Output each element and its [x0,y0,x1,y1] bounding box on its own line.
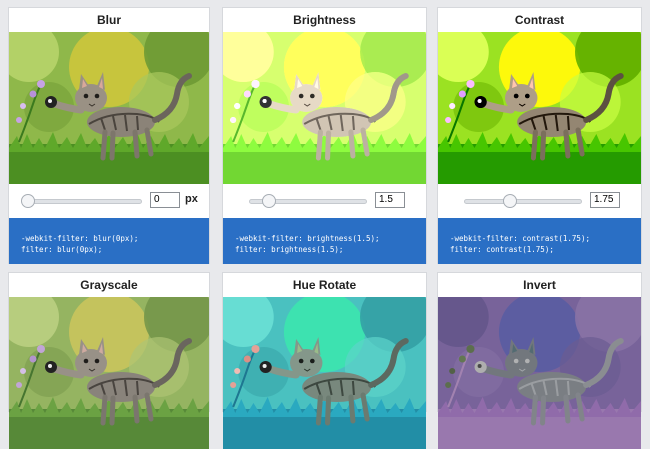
card-title: Contrast [514,13,565,27]
slider-thumb[interactable] [262,194,276,208]
kitten-photo [223,32,426,184]
filter-card-hue-rotate: Hue Rotate [222,272,427,412]
filter-card-contrast: Contrast 1.75 -webkit-filter: contrast(1… [437,7,642,264]
brightness-slider[interactable] [249,194,367,208]
kitten-photo [438,32,641,184]
card-title: Blur [97,13,121,27]
filter-card-grayscale: Grayscale [8,272,210,412]
contrast-value-input[interactable]: 1.75 [590,192,620,208]
brightness-value-input[interactable]: 1.5 [375,192,405,208]
kitten-photo [9,32,209,184]
code-line-standard: filter: contrast(1.75); [450,245,554,254]
blur-value-input[interactable]: 0 [150,192,180,208]
blur-slider[interactable] [21,194,142,208]
contrast-slider[interactable] [464,194,582,208]
card-title: Hue Rotate [292,278,357,292]
filter-card-invert: Invert [437,272,642,412]
code-line-standard: filter: blur(0px); [21,245,103,254]
filter-controls: 1.75 [438,184,641,218]
card-title: Brightness [293,13,356,27]
slider-thumb[interactable] [503,194,517,208]
code-line-standard: filter: brightness(1.5); [235,245,344,254]
kitten-photo [223,297,426,449]
kitten-photo [438,297,641,449]
code-line-webkit: -webkit-filter: brightness(1.5); [235,234,380,243]
css-code-block: -webkit-filter: blur(0px); filter: blur(… [9,218,209,264]
code-line-webkit: -webkit-filter: blur(0px); [21,234,139,243]
unit-label: px [185,193,198,205]
card-title: Grayscale [80,278,138,292]
css-code-block: -webkit-filter: contrast(1.75); filter: … [438,218,641,264]
filter-card-blur: Blur 0 px -webkit-filter: blur(0px); fil… [8,7,210,264]
slider-thumb[interactable] [21,194,35,208]
filter-controls: 0 px [9,184,209,218]
css-code-block: -webkit-filter: brightness(1.5); filter:… [223,218,426,264]
kitten-photo [9,297,209,449]
card-title: Invert [523,278,556,292]
filter-controls: 1.5 [223,184,426,218]
filter-card-brightness: Brightness 1.5 -webkit-filter: brightnes… [222,7,427,264]
code-line-webkit: -webkit-filter: contrast(1.75); [450,234,590,243]
